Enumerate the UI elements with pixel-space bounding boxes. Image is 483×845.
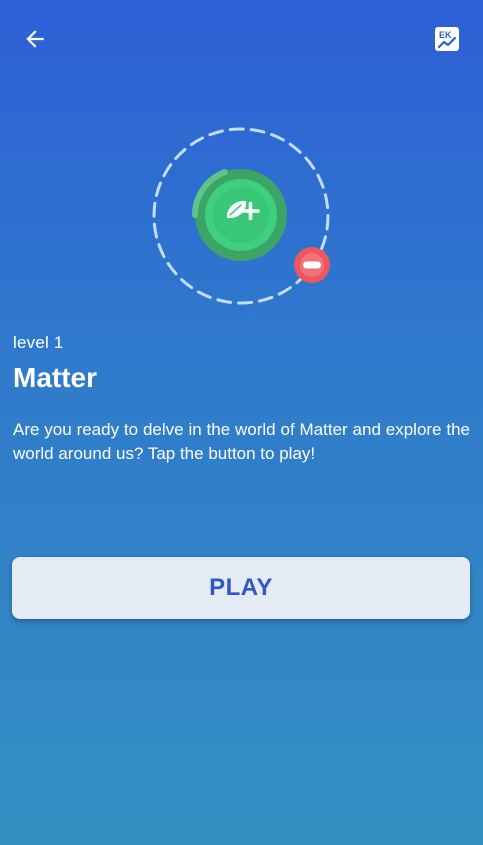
play-button-label: PLAY <box>209 574 273 601</box>
electron-icon <box>294 247 330 283</box>
stats-chart-icon: EK <box>435 27 459 51</box>
proton-icon <box>192 169 287 261</box>
top-bar: EK <box>0 0 483 78</box>
level-label: level 1 <box>13 333 64 352</box>
back-button[interactable] <box>15 19 55 59</box>
level-description: Are you ready to delve in the world of M… <box>13 420 470 463</box>
svg-text:EK: EK <box>439 30 452 40</box>
page-title: Matter <box>13 362 98 393</box>
arrow-left-icon <box>26 30 44 48</box>
stats-button[interactable]: EK <box>427 19 467 59</box>
matter-atom-illustration <box>150 125 332 307</box>
play-button[interactable]: PLAY <box>12 557 470 619</box>
